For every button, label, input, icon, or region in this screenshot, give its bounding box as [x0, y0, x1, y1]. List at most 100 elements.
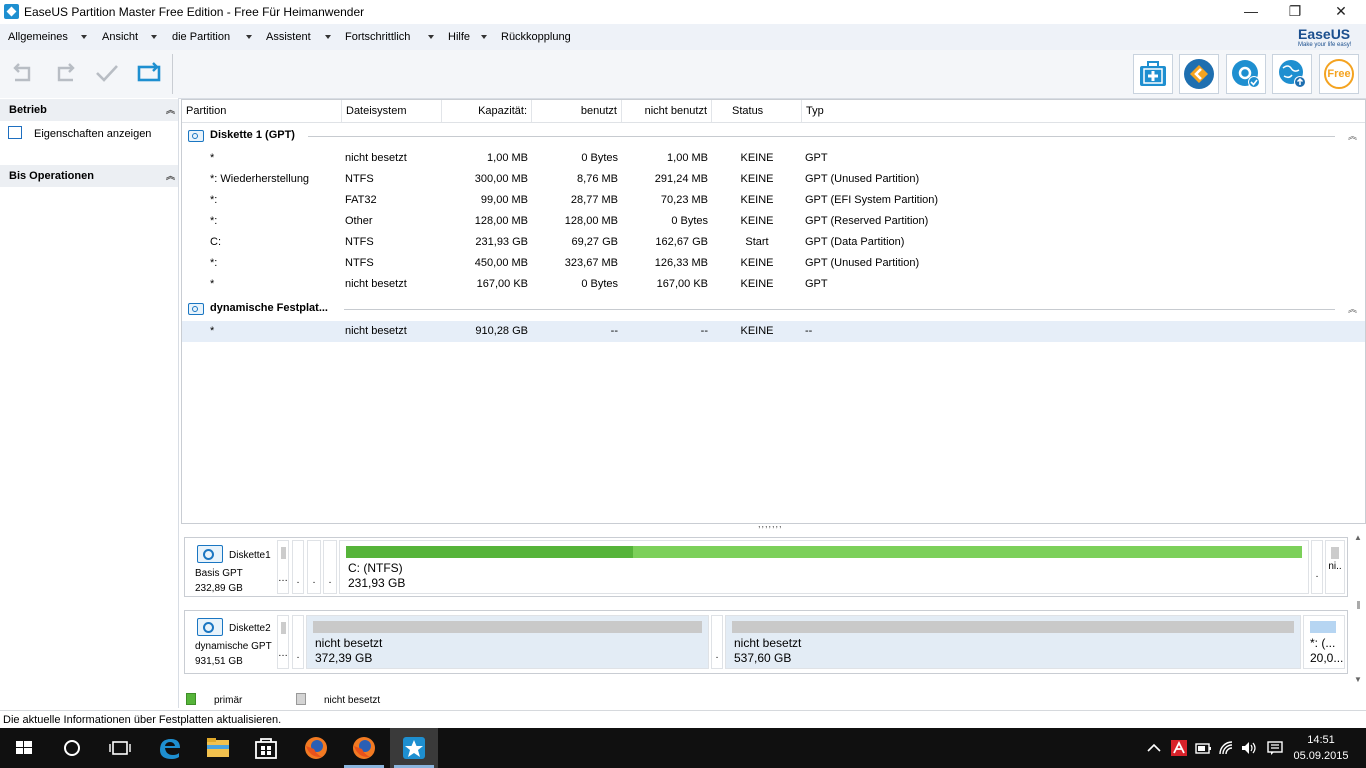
- column-status[interactable]: Status: [712, 100, 802, 122]
- disk-map-1[interactable]: Diskette1 Basis GPT 232,89 GB … . . . C:…: [184, 537, 1348, 597]
- column-unused[interactable]: nicht benutzt: [622, 100, 712, 122]
- minimize-button[interactable]: —: [1228, 0, 1274, 24]
- chevron-down-icon[interactable]: [481, 35, 487, 39]
- sidebar-section-pending[interactable]: Bis Operationen ︽: [0, 165, 178, 187]
- chevron-up-icon[interactable]: ︽: [166, 103, 175, 116]
- partition-block[interactable]: .: [292, 615, 304, 669]
- partition-block[interactable]: .: [292, 540, 304, 594]
- partition-block[interactable]: .: [307, 540, 321, 594]
- menu-rueckkopplung[interactable]: Rückkopplung: [501, 31, 571, 43]
- table-row[interactable]: * nicht besetzt 1,00 MB 0 Bytes 1,00 MB KEINE…: [182, 148, 1365, 169]
- table-row[interactable]: * nicht besetzt 910,28 GB -- -- KEINE --: [182, 321, 1365, 342]
- close-button[interactable]: ✕: [1318, 0, 1364, 24]
- easeus-logo: EaseUS Make your life easy!: [1290, 26, 1364, 50]
- chevron-up-icon[interactable]: [1146, 740, 1162, 756]
- cell-unused: 291,24 MB: [654, 173, 708, 185]
- logo-brand: EaseUS: [1298, 26, 1351, 42]
- scroll-up-icon[interactable]: ▲: [1354, 533, 1362, 542]
- menu-allgemeines[interactable]: Allgemeines: [8, 31, 68, 43]
- menu-assistent[interactable]: Assistent: [266, 31, 311, 43]
- panel-splitter[interactable]: ,,,,,,,: [758, 520, 794, 529]
- task-view-icon[interactable]: [96, 728, 144, 768]
- menu-hilfe[interactable]: Hilfe: [448, 31, 470, 43]
- chevron-up-icon[interactable]: ︽: [1348, 129, 1357, 142]
- windows-start-icon[interactable]: [0, 728, 48, 768]
- checkmark-icon[interactable]: [94, 60, 120, 86]
- cell-partition: *: Wiederherstellung: [210, 173, 310, 185]
- partition-block[interactable]: .: [323, 540, 337, 594]
- menu-ansicht[interactable]: Ansicht: [102, 31, 138, 43]
- partition-last[interactable]: *: (... 20,0...: [1303, 615, 1345, 669]
- upgrade-button[interactable]: [1272, 54, 1312, 94]
- refresh-icon[interactable]: [136, 60, 162, 86]
- cell-unused: 1,00 MB: [667, 152, 708, 164]
- table-row[interactable]: * nicht besetzt 167,00 KB 0 Bytes 167,00 KB K…: [182, 274, 1365, 295]
- search-icon[interactable]: [48, 728, 96, 768]
- status-bar: Die aktuelle Informationen über Festplat…: [0, 710, 1366, 729]
- disk-group-header[interactable]: Diskette 1 (GPT) ︽: [182, 124, 1365, 148]
- edge-browser-icon[interactable]: [146, 728, 194, 768]
- table-row[interactable]: *: Wiederherstellung NTFS 300,00 MB 8,76 MB…: [182, 169, 1365, 190]
- disk-group-title: Diskette 1 (GPT): [210, 129, 295, 141]
- firefox-icon[interactable]: [292, 728, 340, 768]
- legend-primary: primär: [186, 693, 242, 706]
- disk-group-header[interactable]: dynamische Festplat... ︽: [182, 297, 1365, 321]
- disk-check-button[interactable]: [1226, 54, 1266, 94]
- free-button[interactable]: Free: [1319, 54, 1359, 94]
- redo-icon[interactable]: [52, 60, 78, 86]
- chevron-up-icon[interactable]: ︽: [1348, 302, 1357, 315]
- table-row[interactable]: C: NTFS 231,93 GB 69,27 GB 162,67 GB Start GPT…: [182, 232, 1365, 253]
- partition-block[interactable]: …: [277, 615, 289, 669]
- disk-map-2[interactable]: Diskette2 dynamische GPT 931,51 GB … . n…: [184, 610, 1348, 674]
- chevron-down-icon[interactable]: [81, 35, 87, 39]
- backup-button[interactable]: [1133, 54, 1173, 94]
- table-row[interactable]: *: FAT32 99,00 MB 28,77 MB 70,23 MB KEINE GPT …: [182, 190, 1365, 211]
- partition-unallocated-1[interactable]: nicht besetzt 372,39 GB: [306, 615, 709, 669]
- partition-block[interactable]: ni..: [1325, 540, 1345, 594]
- hard-disk-icon: [188, 303, 204, 315]
- chevron-down-icon[interactable]: [246, 35, 252, 39]
- column-used[interactable]: benutzt: [532, 100, 622, 122]
- partition-c[interactable]: C: (NTFS) 231,93 GB: [339, 540, 1309, 594]
- column-filesystem[interactable]: Dateisystem: [342, 100, 442, 122]
- wifi-icon[interactable]: [1218, 740, 1236, 756]
- table-row[interactable]: *: NTFS 450,00 MB 323,67 MB 126,33 MB KEINE GP…: [182, 253, 1365, 274]
- firefox-icon[interactable]: [340, 728, 388, 768]
- column-partition[interactable]: Partition: [182, 100, 342, 122]
- partition-block[interactable]: .: [711, 615, 723, 669]
- diskmap-scrollbar[interactable]: ▲ ▼: [1351, 531, 1366, 688]
- cell-capacity: 99,00 MB: [480, 194, 528, 206]
- partition-block[interactable]: .: [1311, 540, 1323, 594]
- scroll-down-icon[interactable]: ▼: [1354, 675, 1362, 684]
- chevron-up-icon[interactable]: ︽: [166, 169, 175, 182]
- taskbar-clock[interactable]: 14:51 05.09.2015: [1290, 732, 1352, 764]
- menu-fortschrittlich[interactable]: Fortschrittlich: [345, 31, 410, 43]
- migrate-button[interactable]: [1179, 54, 1219, 94]
- sidebar-section-betrieb[interactable]: Betrieb ︽: [0, 99, 178, 121]
- chevron-down-icon[interactable]: [151, 35, 157, 39]
- restore-button[interactable]: ❐: [1272, 0, 1318, 24]
- scroll-thumb[interactable]: [1357, 601, 1360, 609]
- easeus-app-icon[interactable]: [390, 728, 438, 768]
- chevron-down-icon[interactable]: [428, 35, 434, 39]
- battery-icon[interactable]: [1194, 740, 1212, 756]
- usage-bar-used: [346, 546, 633, 558]
- table-row[interactable]: *: Other 128,00 MB 128,00 MB 0 Bytes KEINE GPT…: [182, 211, 1365, 232]
- chevron-down-icon[interactable]: [325, 35, 331, 39]
- column-capacity[interactable]: Kapazität:: [442, 100, 532, 122]
- partition-block[interactable]: …: [277, 540, 289, 594]
- file-explorer-icon[interactable]: [194, 728, 242, 768]
- notifications-icon[interactable]: [1266, 740, 1284, 756]
- cell-filesystem: FAT32: [345, 194, 377, 206]
- usage-bar: [313, 621, 702, 633]
- volume-icon[interactable]: [1240, 740, 1258, 756]
- sidebar-item-properties[interactable]: Eigenschaften anzeigen: [8, 126, 151, 140]
- column-type[interactable]: Typ: [802, 100, 1365, 122]
- undo-icon[interactable]: [10, 60, 36, 86]
- cell-unused: 167,00 KB: [656, 278, 708, 290]
- cell-used: 0 Bytes: [581, 278, 618, 290]
- partition-unallocated-2[interactable]: nicht besetzt 537,60 GB: [725, 615, 1301, 669]
- store-icon[interactable]: [242, 728, 290, 768]
- antivirus-icon[interactable]: [1170, 739, 1188, 757]
- menu-partition[interactable]: die Partition: [172, 31, 230, 43]
